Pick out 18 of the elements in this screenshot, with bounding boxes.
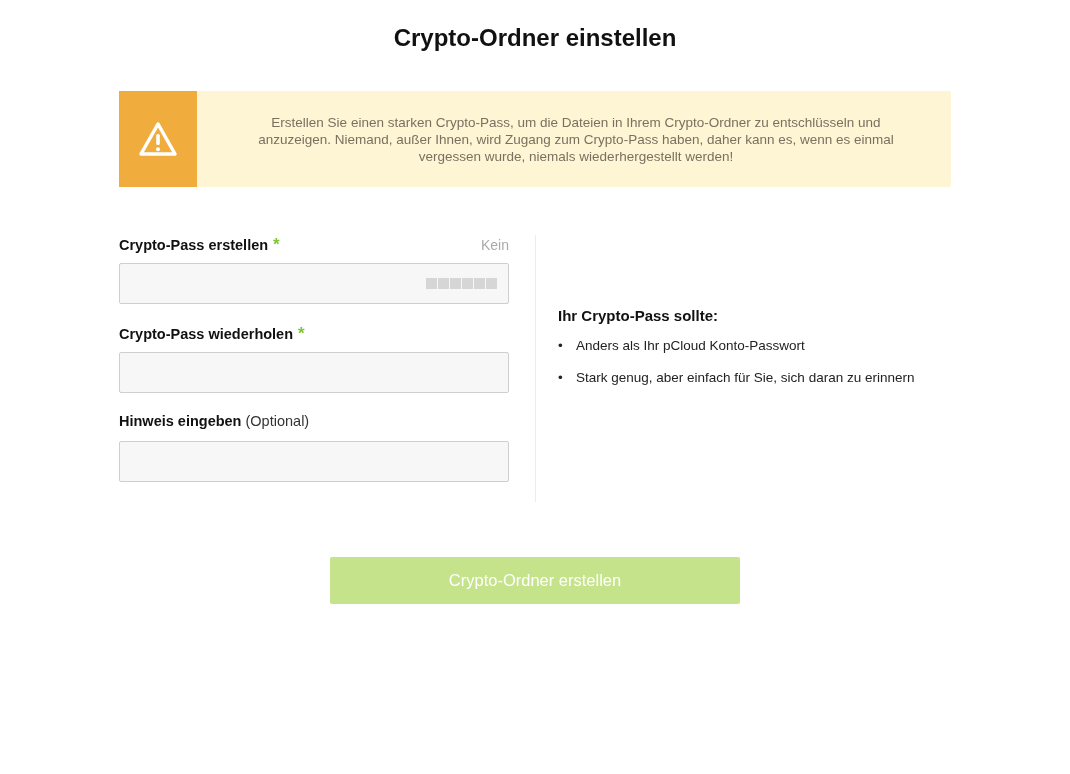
warning-text: Erstellen Sie einen starken Crypto-Pass, um die Dateien in Ihrem Crypto-Ordner zu entschlüsseln und anzuzeigen. Niemand, außer Ihnen, wird Zugang zum Crypto-Pass haben, daher kann es, wenn es einmal vergessen wurde, niemals wiederhergestellt werden!	[257, 113, 895, 165]
field-label: Crypto-Pass wiederholen	[119, 326, 294, 342]
warning-icon	[138, 121, 178, 157]
strength-label: Kein	[480, 237, 509, 253]
field-label: Hinweis eingeben (Optional)	[119, 413, 310, 429]
bullet: •	[558, 338, 564, 353]
password-field[interactable]	[119, 263, 509, 304]
password-field[interactable]	[119, 441, 509, 482]
tip-item: Anders als Ihr pCloud Konto-Passwort	[576, 338, 805, 353]
password-field[interactable]	[119, 352, 509, 393]
bullet: •	[558, 370, 564, 385]
tip-item: Stark genug, aber einfach für Sie, sich daran zu erinnern	[576, 370, 915, 385]
field-label: Crypto-Pass erstellen	[119, 237, 269, 253]
required-mark: *	[298, 324, 305, 344]
strength-meter	[426, 278, 497, 289]
required-mark: *	[273, 235, 280, 255]
tips-heading: Ihr Crypto-Pass sollte:	[558, 307, 720, 324]
page-title: Crypto-Ordner einstellen	[392, 23, 678, 53]
